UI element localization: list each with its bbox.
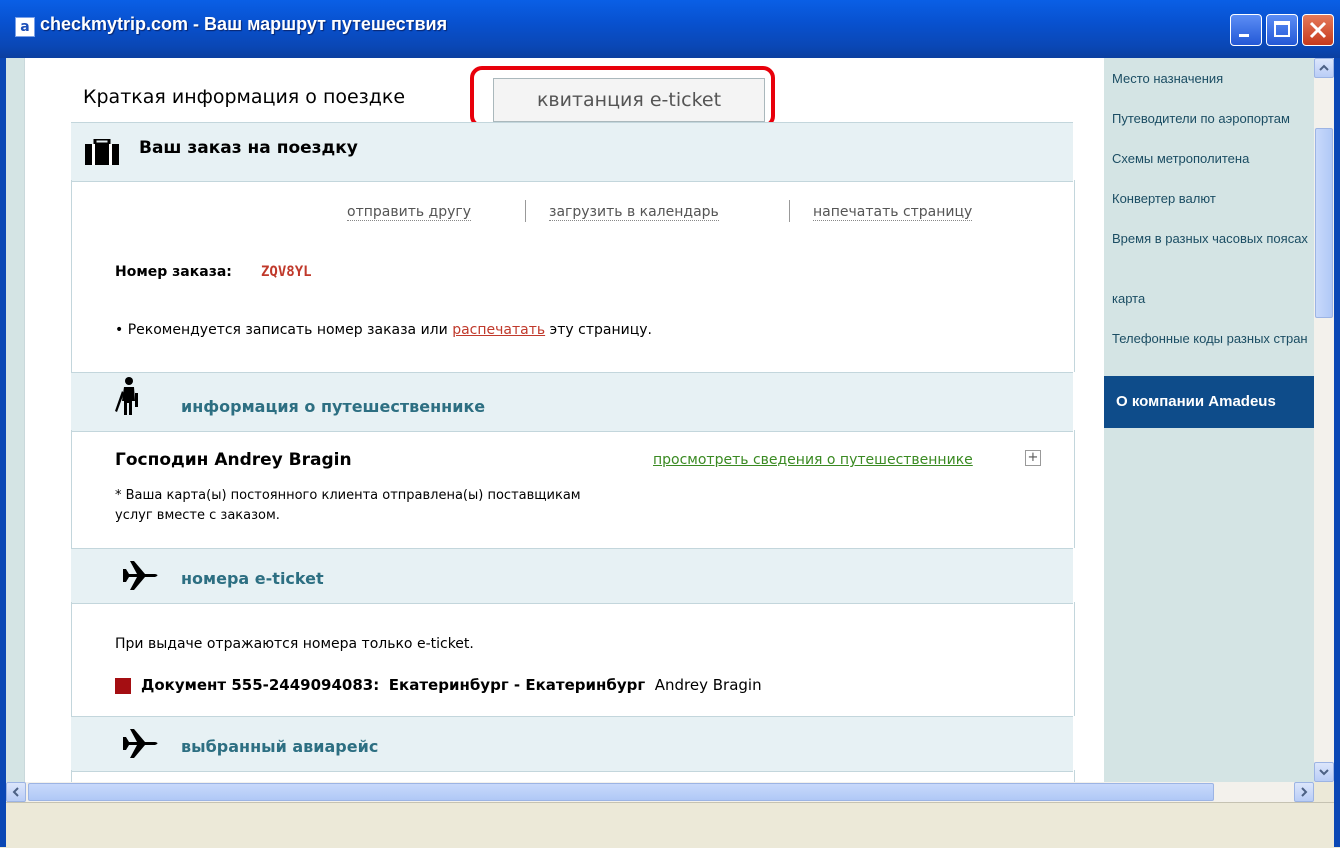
traveler-info-title: информация о путешественнике [181, 397, 486, 416]
selected-flight-header: выбранный авиарейс [71, 716, 1073, 772]
maximize-icon [1274, 21, 1290, 37]
document-marker-icon [115, 678, 131, 694]
action-separator [789, 200, 790, 222]
document-route: Екатеринбург - Екатеринбург [388, 676, 646, 694]
status-bar [6, 802, 1334, 848]
sidebar-item-time-zones[interactable]: Время в разных часовых поясах [1112, 230, 1312, 248]
airplane-icon [123, 729, 158, 758]
selected-flight-body [71, 770, 1075, 782]
suitcase-icon [85, 139, 119, 165]
window-frame-right [1334, 58, 1340, 847]
eticket-numbers-header: номера e-ticket [71, 548, 1073, 604]
window-title: checkmytrip.com - Ваш маршрут путешестви… [40, 14, 448, 34]
traveler-info-header: информация о путешественнике [71, 372, 1073, 432]
minimize-icon [1239, 34, 1249, 37]
eticket-tab-highlight [470, 66, 775, 128]
sidebar-item-about-amadeus[interactable]: О компании Amadeus [1104, 376, 1314, 428]
chevron-left-icon [12, 787, 19, 797]
scrollbar-corner [1314, 782, 1334, 802]
eticket-numbers-title: номера e-ticket [181, 569, 324, 588]
action-separator [525, 200, 526, 222]
horizontal-scroll-thumb[interactable] [28, 783, 1214, 801]
frequent-flyer-note: * Ваша карта(ы) постоянного клиента отпр… [115, 488, 581, 523]
chevron-right-icon [1301, 787, 1308, 797]
scroll-right-button[interactable] [1294, 782, 1314, 802]
scroll-down-button[interactable] [1314, 762, 1334, 782]
eticket-document-line: Документ 555-2449094083: Екатеринбург - … [141, 676, 762, 694]
document-passenger: Andrey Bragin [654, 676, 762, 694]
main-panel: Краткая информация о поездке квитанция e… [24, 58, 1108, 782]
browser-viewport: Краткая информация о поездке квитанция e… [6, 58, 1314, 782]
scroll-left-button[interactable] [6, 782, 26, 802]
order-number-value: ZQV8YL [261, 264, 312, 280]
selected-flight-title: выбранный авиарейс [181, 737, 379, 756]
sidebar-item-airport-guides[interactable]: Путеводители по аэропортам [1112, 110, 1312, 128]
close-button[interactable] [1302, 14, 1334, 46]
chevron-down-icon [1319, 769, 1329, 776]
eticket-numbers-body [71, 602, 1075, 716]
load-to-calendar-link[interactable]: загрузить в календарь [549, 204, 719, 221]
maximize-button[interactable] [1266, 14, 1298, 46]
sidebar-item-phone-codes[interactable]: Телефонные коды разных стран [1112, 330, 1312, 348]
sidebar-item-destination[interactable]: Место назначения [1112, 70, 1312, 88]
sidebar-item-currency-converter[interactable]: Конвертер валют [1112, 190, 1312, 208]
traveler-name: Господин Andrey Bragin [115, 450, 352, 470]
print-page-link[interactable]: напечатать страницу [813, 204, 973, 221]
document-number: Документ 555-2449094083: [141, 676, 380, 694]
expand-plus-icon[interactable]: + [1025, 450, 1041, 466]
traveler-icon [115, 377, 138, 415]
trip-order-title: Ваш заказ на поездку [139, 138, 358, 158]
vertical-scrollbar[interactable] [1314, 58, 1334, 782]
tab-trip-summary[interactable]: Краткая информация о поездке [83, 86, 405, 108]
print-link[interactable]: распечатать [452, 322, 545, 338]
order-number-label: Номер заказа: [115, 264, 232, 280]
title-bar: a checkmytrip.com - Ваш маршрут путешест… [0, 0, 1340, 58]
send-to-friend-link[interactable]: отправить другу [347, 204, 472, 221]
sidebar-item-metro-maps[interactable]: Схемы метрополитена [1112, 150, 1312, 168]
minimize-button[interactable] [1230, 14, 1262, 46]
sidebar-item-map[interactable]: карта [1112, 290, 1312, 308]
view-traveler-details-link[interactable]: просмотреть сведения о путешественнике [653, 452, 973, 468]
trip-order-header: Ваш заказ на поездку [71, 122, 1073, 182]
sidebar: Место назначения Путеводители по аэропор… [1104, 58, 1314, 782]
close-icon [1309, 21, 1327, 39]
horizontal-scrollbar[interactable] [6, 782, 1314, 802]
chevron-up-icon [1319, 64, 1329, 71]
airplane-icon [123, 561, 158, 590]
window-app-icon[interactable]: a [15, 17, 35, 37]
eticket-note: При выдаче отражаются номера только e-ti… [115, 636, 474, 652]
vertical-scroll-thumb[interactable] [1315, 128, 1333, 318]
scroll-up-button[interactable] [1314, 58, 1334, 78]
save-order-note: • Рекомендуется записать номер заказа ил… [115, 322, 652, 338]
